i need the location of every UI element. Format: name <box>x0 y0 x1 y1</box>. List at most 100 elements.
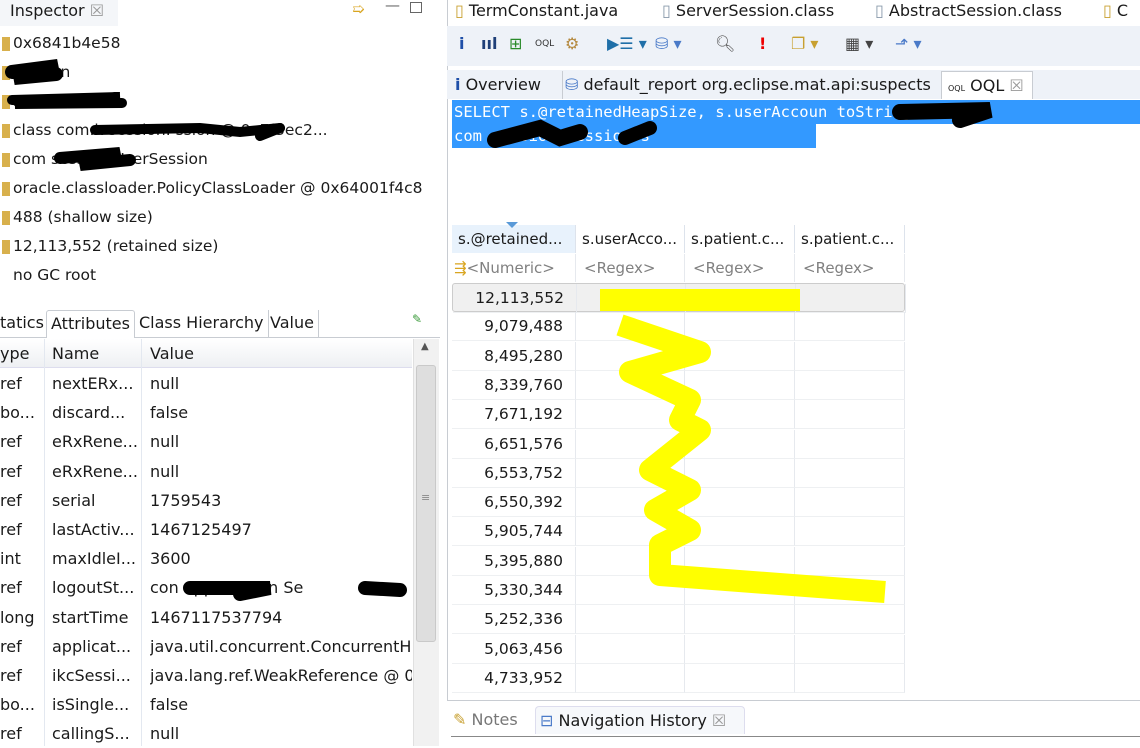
value-cell <box>576 546 685 576</box>
attr-type: ref <box>0 578 22 598</box>
attr-name: callingS... <box>52 724 130 744</box>
value-cell <box>576 458 685 488</box>
attr-name: startTime <box>52 607 129 627</box>
tab-value[interactable]: Value <box>266 310 319 338</box>
table-row[interactable]: 9,079,488 <box>452 312 905 342</box>
editor-tab-overflow[interactable]: ▯ C <box>1103 0 1128 22</box>
inspector-row[interactable]: oracle.classloader.PolicyClassLoader @ 0… <box>0 174 423 203</box>
oql-query-editor[interactable]: SELECT s.@retainedHeapSize, s.userAccoun… <box>452 99 1140 219</box>
value-cell <box>795 341 905 371</box>
col-value[interactable]: Value <box>150 339 194 368</box>
editor-tab-abstractsession[interactable]: ▯ AbstractSession.class <box>875 0 1062 22</box>
attribute-row[interactable]: int maxIdleI... 3600 <box>0 544 412 573</box>
attribute-row[interactable]: ref eRxRene... null <box>0 457 412 486</box>
column-header[interactable]: s.patient.c... <box>795 225 905 253</box>
database-icon[interactable]: ⛁ ▾ <box>655 34 682 54</box>
inspector-row[interactable]: 0x6841b4e58 <box>0 29 120 58</box>
alert-icon[interactable]: ! <box>759 34 766 54</box>
tab-notes[interactable]: ✎ Notes <box>453 706 518 734</box>
retained-heap-cell: 5,395,880 <box>452 546 576 576</box>
table-row[interactable]: 5,905,744 <box>452 517 905 547</box>
editor-tab-termconstant[interactable]: ▯ TermConstant.java <box>455 0 618 22</box>
attributes-header: ype Name Value <box>0 339 412 368</box>
filter-text: <Numeric> <box>466 259 555 277</box>
tab-class-hierarchy[interactable]: Class Hierarchy <box>135 310 269 338</box>
value-cell <box>576 663 685 693</box>
filter-cell[interactable]: ⇶<Numeric> <box>452 254 576 282</box>
editor-tab-serversession[interactable]: ▯ ServerSession.class <box>662 0 834 22</box>
table-row[interactable]: 8,339,760 <box>452 370 905 400</box>
value-cell <box>795 634 905 664</box>
inspector-row[interactable]: session <box>0 58 70 87</box>
value-cell <box>576 429 685 459</box>
inspector-tab[interactable]: Inspector ☒ <box>0 0 118 26</box>
tab-navigation-history[interactable]: ⊟ Navigation History ☒ <box>535 706 745 734</box>
scrollbar-thumb[interactable]: ≡ <box>416 365 436 642</box>
filter-cell[interactable]: <Regex> <box>576 254 685 282</box>
tab-statics[interactable]: tatics <box>0 310 49 338</box>
tab-default-report[interactable]: ⛁ default_report org.eclipse.mat.api:sus… <box>562 71 931 99</box>
tab-oql[interactable]: OQL OQL ☒ <box>941 71 1033 99</box>
dominator-tree-icon[interactable]: ⊞ <box>509 34 522 54</box>
inspector-row[interactable]: session <box>0 87 70 116</box>
attribute-row[interactable]: ref lastActiv... 1467125497 <box>0 515 412 544</box>
table-row[interactable]: 6,550,392 <box>452 488 905 518</box>
attr-value: con app.session Se <box>150 578 304 598</box>
info-icon[interactable]: i <box>459 34 464 54</box>
oql-icon[interactable]: OQL <box>535 34 554 54</box>
calculator-icon[interactable]: ▦ ▾ <box>845 34 873 54</box>
value-cell <box>685 546 795 576</box>
tab-attributes[interactable]: Attributes <box>46 310 135 338</box>
attr-value: false <box>150 403 189 423</box>
column-header[interactable]: s.patient.c... <box>685 225 795 253</box>
value-cell <box>795 370 905 400</box>
attribute-row[interactable]: ref logoutSt... con app.session Se <box>0 573 412 602</box>
inspector-row[interactable]: 12,113,552 (retained size) <box>0 232 218 261</box>
inspector-row[interactable]: com session.UserSession <box>0 145 208 174</box>
attribute-row[interactable]: ref eRxRene... null <box>0 427 412 456</box>
attribute-row[interactable]: ref applicat... java.util.concurrent.Concu… <box>0 632 412 661</box>
inspector-row[interactable]: class com.k session. ssion @ 0x7f3ec2... <box>0 116 328 145</box>
table-row[interactable]: 5,063,456 <box>452 634 905 664</box>
table-row[interactable]: 5,252,336 <box>452 605 905 635</box>
group-icon[interactable]: ❐ ▾ <box>791 34 818 54</box>
run-report-icon[interactable]: ▶☰ ▾ <box>607 34 647 54</box>
minimize-icon[interactable]: — <box>385 0 400 14</box>
query-line-2: com session. ession s <box>452 124 816 148</box>
col-type[interactable]: ype <box>0 339 29 368</box>
table-row[interactable]: 5,330,344 <box>452 576 905 605</box>
attribute-row[interactable]: ref callingS... null <box>0 719 412 748</box>
histogram-icon[interactable]: ııl <box>481 34 497 54</box>
export-icon[interactable]: ⬏ ▾ <box>895 34 922 54</box>
attribute-row[interactable]: bo... discard... false <box>0 398 412 427</box>
attribute-row[interactable]: ref serial 1759543 <box>0 486 412 515</box>
table-row[interactable]: 5,395,880 <box>452 546 905 576</box>
filter-cell[interactable]: <Regex> <box>795 254 905 282</box>
inspector-row[interactable]: no GC root <box>0 261 96 290</box>
attribute-row[interactable]: ref ikcSessi... java.lang.ref.WeakReferenc… <box>0 661 412 690</box>
link-icon[interactable]: ➯ <box>352 0 365 18</box>
inspector-row[interactable]: 488 (shallow size) <box>0 203 153 232</box>
table-row[interactable]: 6,553,752 <box>452 458 905 488</box>
filter-cell[interactable]: <Regex> <box>685 254 795 282</box>
attribute-row[interactable]: long startTime 1467117537794 <box>0 603 412 632</box>
search-icon[interactable]: 🔍︎ <box>715 34 735 54</box>
attribute-row[interactable]: ref nextERx... null <box>0 369 412 398</box>
gear-icon[interactable]: ⚙ <box>565 34 579 54</box>
attribute-row[interactable]: bo... isSingle... false <box>0 690 412 719</box>
maximize-icon[interactable] <box>410 2 422 13</box>
tab-overview[interactable]: i Overview <box>455 71 541 99</box>
pin-icon[interactable]: ✎ <box>412 312 422 326</box>
table-row[interactable]: 12,113,552 <box>452 283 906 313</box>
column-header[interactable]: s.@retained... <box>452 225 576 253</box>
column-header[interactable]: s.userAcco... <box>576 225 685 253</box>
table-row[interactable]: 8,495,280 <box>452 341 905 371</box>
table-row[interactable]: 4,733,952 <box>452 663 905 693</box>
table-row[interactable]: 7,671,192 <box>452 400 905 430</box>
attr-type: ref <box>0 636 22 656</box>
retained-heap-cell: 8,495,280 <box>452 341 576 371</box>
col-name[interactable]: Name <box>52 339 99 368</box>
close-icon[interactable]: ☒ <box>90 1 104 20</box>
table-row[interactable]: 6,651,576 <box>452 429 905 459</box>
retained-heap-cell: 12,113,552 <box>453 284 577 313</box>
